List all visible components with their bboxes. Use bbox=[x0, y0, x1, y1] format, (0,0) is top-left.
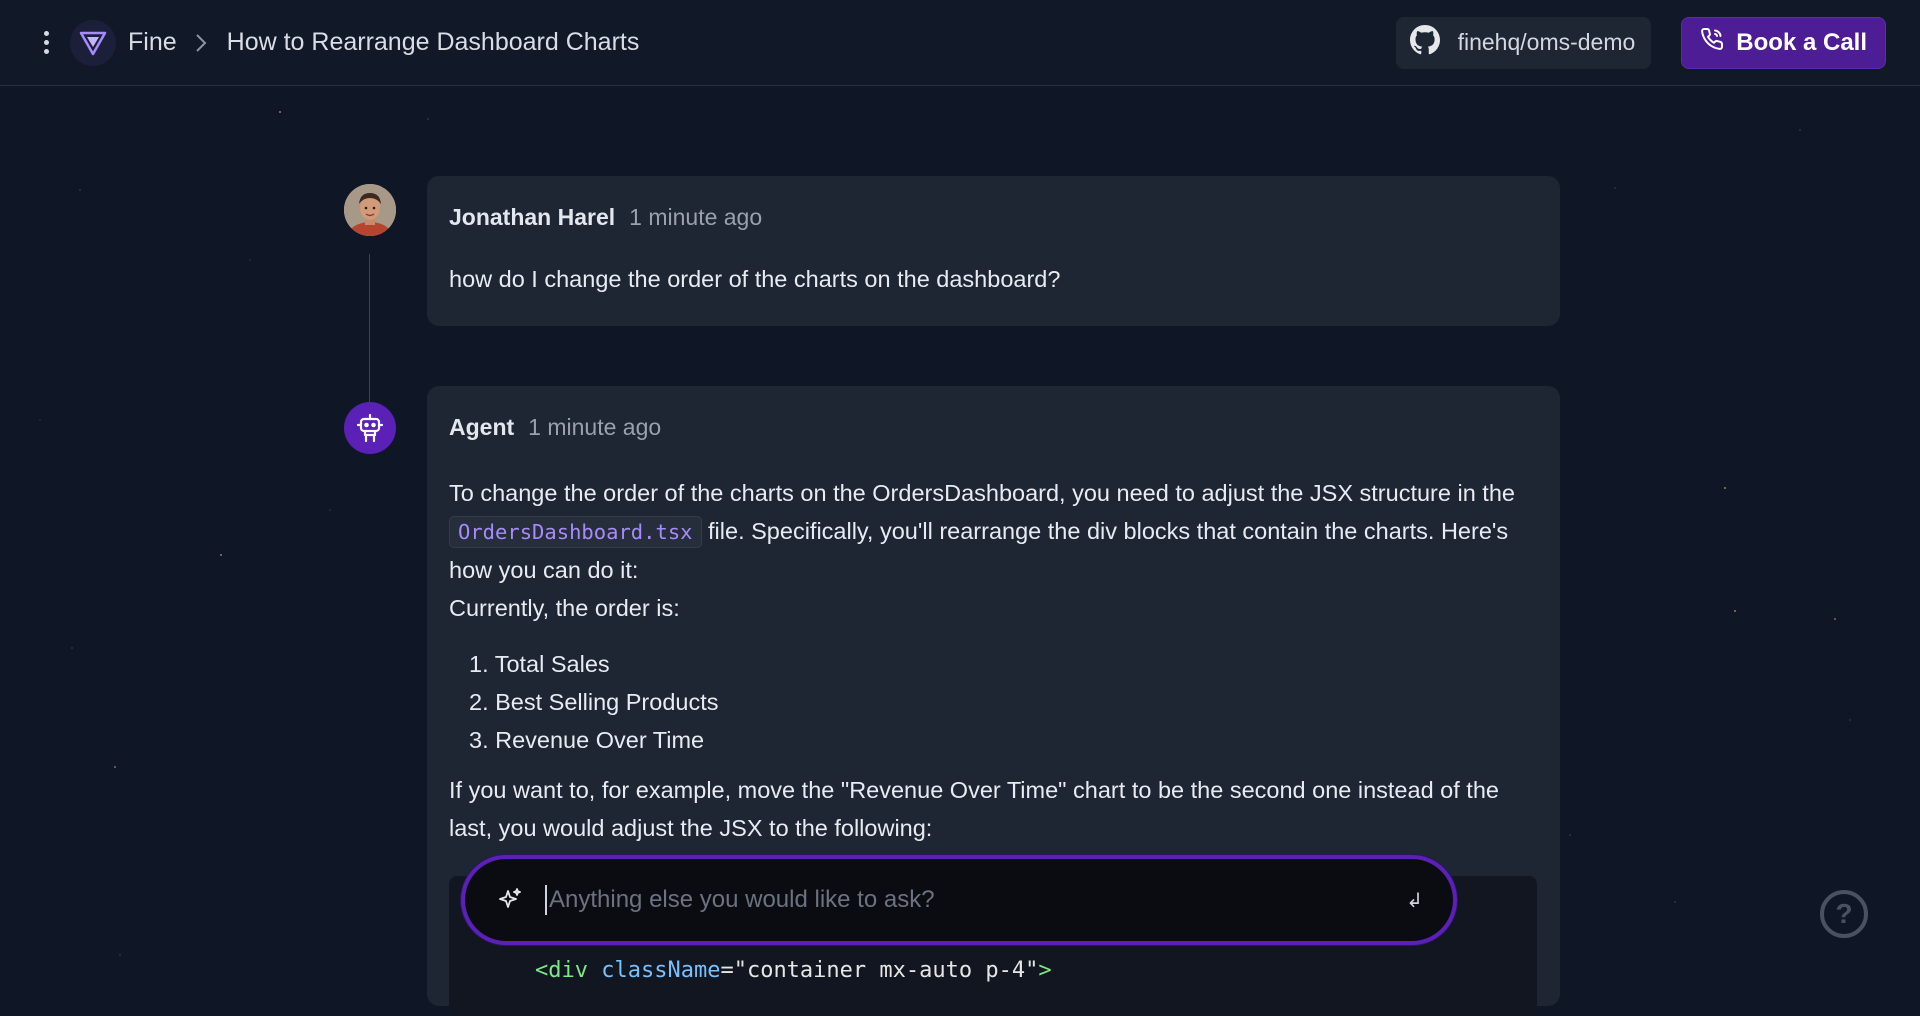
response-paragraph: To change the order of the charts on the… bbox=[449, 474, 1538, 589]
book-call-label: Book a Call bbox=[1736, 29, 1867, 57]
fine-logo-icon[interactable] bbox=[70, 20, 116, 66]
code-token: "container mx-auto p-4" bbox=[734, 958, 1039, 983]
message-time: 1 minute ago bbox=[528, 414, 661, 441]
agent-response: To change the order of the charts on the… bbox=[449, 474, 1538, 847]
message-author: Agent bbox=[449, 414, 514, 441]
chart-order-list: 1. Total Sales 2. Best Selling Products … bbox=[449, 645, 1538, 759]
sparkle-icon bbox=[495, 885, 525, 915]
message-time: 1 minute ago bbox=[629, 204, 762, 231]
inline-code-filename: OrdersDashboard.tsx bbox=[449, 516, 702, 548]
list-item: 2. Best Selling Products bbox=[449, 683, 1538, 721]
user-message-card: Jonathan Harel 1 minute ago how do I cha… bbox=[427, 176, 1560, 326]
response-paragraph: If you want to, for example, move the "R… bbox=[449, 771, 1538, 847]
phone-icon bbox=[1700, 27, 1724, 58]
brand-name[interactable]: Fine bbox=[128, 28, 177, 57]
code-line: <div className="container mx-auto p-4"> bbox=[535, 958, 1052, 983]
top-bar: Fine How to Rearrange Dashboard Charts f… bbox=[0, 0, 1920, 86]
repo-name: finehq/oms-demo bbox=[1458, 29, 1636, 56]
chevron-right-icon bbox=[195, 33, 207, 53]
code-token: className bbox=[601, 958, 720, 983]
ask-input[interactable] bbox=[545, 885, 1406, 915]
message-text: how do I change the order of the charts … bbox=[449, 264, 1538, 294]
robot-icon bbox=[344, 402, 396, 454]
code-token: > bbox=[1038, 958, 1051, 983]
book-call-button[interactable]: Book a Call bbox=[1681, 17, 1886, 69]
timeline-connector bbox=[369, 254, 370, 404]
list-item: 3. Revenue Over Time bbox=[449, 721, 1538, 759]
repo-link[interactable]: finehq/oms-demo bbox=[1396, 17, 1652, 69]
page-title: How to Rearrange Dashboard Charts bbox=[227, 28, 640, 57]
list-item: 1. Total Sales bbox=[449, 645, 1538, 683]
avatar[interactable] bbox=[344, 184, 396, 236]
code-token: <div bbox=[535, 958, 588, 983]
help-icon[interactable]: ? bbox=[1820, 890, 1868, 938]
kebab-menu-icon[interactable] bbox=[30, 23, 62, 63]
enter-icon[interactable]: ↲ bbox=[1406, 888, 1423, 913]
message-author: Jonathan Harel bbox=[449, 204, 615, 231]
prompt-bar: ↲ bbox=[461, 855, 1457, 945]
response-paragraph: Currently, the order is: bbox=[449, 589, 1538, 627]
code-token: = bbox=[720, 958, 733, 983]
github-icon bbox=[1410, 25, 1440, 61]
paragraph-text: To change the order of the charts on the… bbox=[449, 480, 1515, 506]
